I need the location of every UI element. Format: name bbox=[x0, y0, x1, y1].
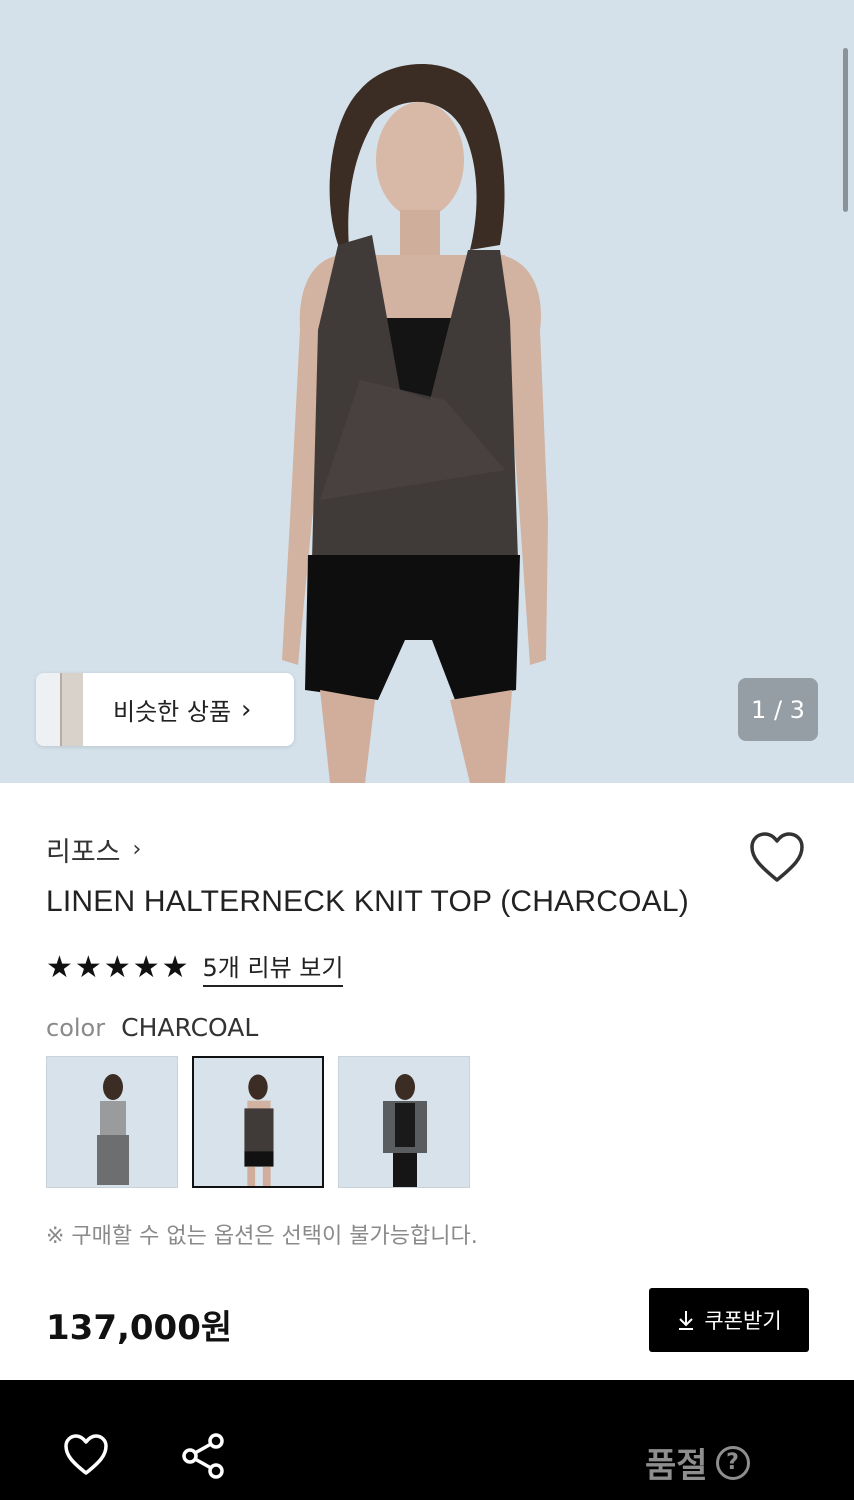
coupon-button-label: 쿠폰받기 bbox=[704, 1309, 782, 1333]
download-icon bbox=[679, 1311, 694, 1330]
chevron-right-icon: › bbox=[241, 694, 252, 725]
star-icon: ★ bbox=[46, 949, 73, 985]
product-price: 137,000원 bbox=[46, 1308, 233, 1348]
product-title: LINEN HALTERNECK KNIT TOP (CHARCOAL) bbox=[46, 885, 689, 918]
question-circle-icon[interactable]: ? bbox=[715, 1445, 750, 1480]
chevron-right-icon: › bbox=[132, 837, 142, 862]
scrollbar-thumb[interactable] bbox=[843, 48, 848, 212]
color-option-black[interactable] bbox=[338, 1056, 470, 1188]
rating-row: ★ ★ ★ ★ ★ 5개 리뷰 보기 bbox=[46, 948, 344, 987]
share-icon[interactable] bbox=[180, 1432, 228, 1484]
star-icon: ★ bbox=[161, 949, 189, 985]
image-pager: 1 / 3 bbox=[738, 678, 818, 741]
star-icon: ★ bbox=[103, 949, 131, 985]
similar-products-label: 비슷한 상품 bbox=[113, 698, 232, 726]
color-value: CHARCOAL bbox=[121, 1013, 259, 1042]
soldout-label: 품절 bbox=[645, 1446, 708, 1486]
coupon-button[interactable]: 쿠폰받기 bbox=[649, 1288, 809, 1352]
product-hero-image[interactable] bbox=[0, 0, 854, 783]
option-notice: ※ 구매할 수 없는 옵션은 선택이 불가능합니다. bbox=[46, 1224, 478, 1249]
wishlist-heart-icon[interactable] bbox=[62, 1433, 110, 1481]
color-row: color CHARCOAL bbox=[46, 1013, 258, 1042]
star-icon: ★ bbox=[132, 949, 160, 985]
soldout-status: 품절 ? bbox=[645, 1438, 750, 1487]
model-photo bbox=[282, 63, 548, 783]
similar-products-button[interactable]: 비슷한 상품 › bbox=[36, 673, 294, 746]
color-options bbox=[46, 1056, 470, 1188]
review-link[interactable]: 5개 리뷰 보기 bbox=[202, 948, 344, 987]
heart-outline-icon[interactable] bbox=[748, 830, 806, 888]
brand-link[interactable]: 리포스 › bbox=[46, 830, 141, 869]
color-option-charcoal[interactable] bbox=[192, 1056, 324, 1188]
color-option-gray[interactable] bbox=[46, 1056, 178, 1188]
star-rating: ★ ★ ★ ★ ★ bbox=[46, 949, 191, 985]
similar-product-thumbnail bbox=[36, 673, 83, 746]
brand-name: 리포스 bbox=[46, 837, 121, 868]
star-icon: ★ bbox=[74, 949, 102, 985]
color-label: color bbox=[46, 1014, 106, 1042]
